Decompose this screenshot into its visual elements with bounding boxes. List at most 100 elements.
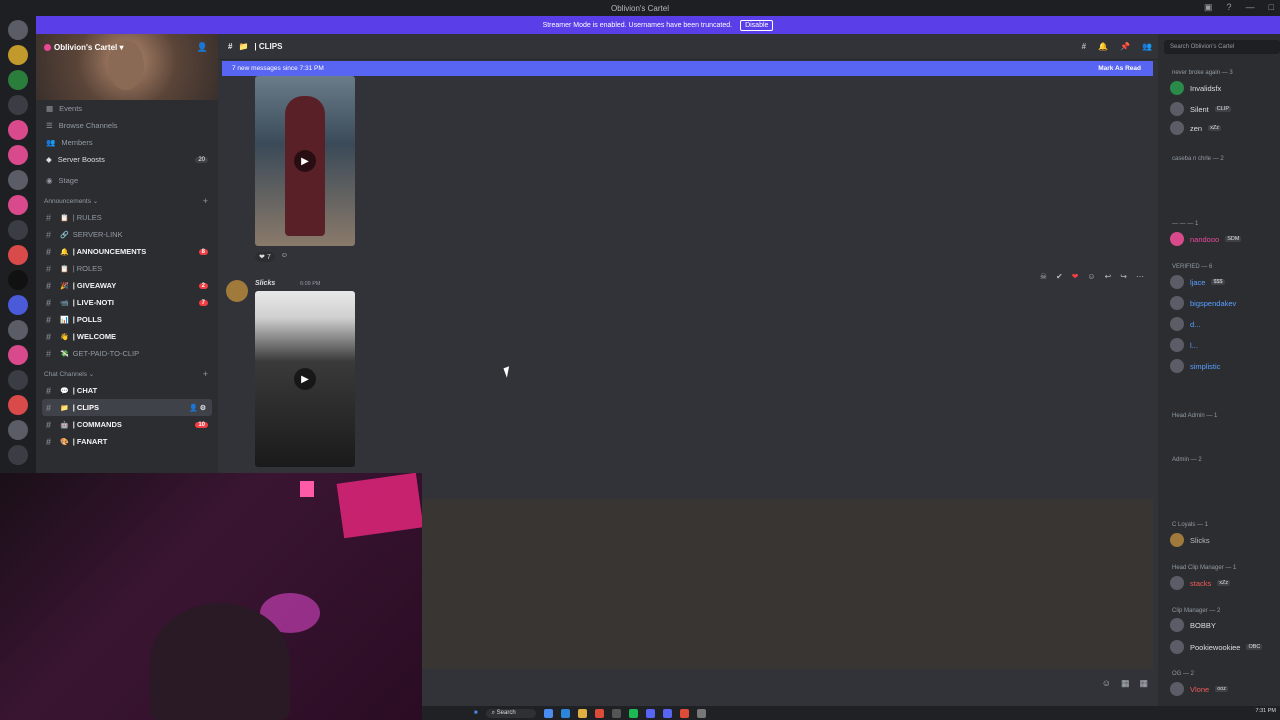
maximize-icon[interactable]: □ — [1269, 2, 1274, 13]
member-item[interactable]: d... — [1170, 317, 1200, 331]
server-icon[interactable] — [8, 220, 28, 240]
menu-item-members[interactable]: 👥 Members — [36, 134, 218, 151]
server-icon[interactable] — [8, 245, 28, 265]
add-member-icon[interactable]: 👤 — [197, 42, 208, 53]
server-icon[interactable] — [8, 170, 28, 190]
channel-item[interactable]: # 🤖 | COMMANDS 10 — [36, 416, 218, 433]
server-icon[interactable] — [8, 95, 28, 115]
play-icon[interactable]: ▶ — [294, 150, 316, 172]
channel-item[interactable]: # 💸 GET-PAID-TO-CLIP — [36, 345, 218, 362]
app-icon[interactable] — [679, 708, 689, 718]
app-icon[interactable] — [594, 708, 604, 718]
member-item[interactable]: nandooo SDM — [1170, 232, 1242, 246]
category-chat-channels[interactable]: Chat Channels ⌄ + — [36, 366, 218, 382]
server-icon[interactable] — [8, 395, 28, 415]
server-icon[interactable] — [8, 45, 28, 65]
member-item[interactable]: zen xZz — [1170, 121, 1221, 135]
help-icon[interactable]: ? — [1227, 2, 1232, 13]
server-icon[interactable] — [8, 445, 28, 465]
channel-stage[interactable]: ◉ Stage — [36, 172, 218, 189]
notification-bell-icon[interactable]: 🔔 — [1098, 42, 1108, 51]
server-icon[interactable] — [8, 420, 28, 440]
server-icon[interactable] — [8, 270, 28, 290]
channel-item[interactable]: # 📋 | ROLES — [36, 260, 218, 277]
threads-icon[interactable]: # — [1082, 42, 1086, 51]
channel-item[interactable]: # 👋 | WELCOME — [36, 328, 218, 345]
server-icon[interactable] — [8, 145, 28, 165]
mark-as-read-button[interactable]: Mark As Read — [1098, 65, 1141, 72]
app-icon[interactable] — [662, 708, 672, 718]
member-item[interactable]: ljace $$$ — [1170, 275, 1225, 289]
app-icon[interactable] — [696, 708, 706, 718]
server-icon[interactable] — [8, 295, 28, 315]
app-icon[interactable] — [645, 708, 655, 718]
channel-item[interactable]: # 🔗 SERVER-LINK — [36, 226, 218, 243]
channel-item[interactable]: # 💬 | CHAT — [36, 382, 218, 399]
start-icon[interactable]: ■ — [474, 710, 478, 716]
emoji-icon[interactable]: ☺ — [1102, 678, 1111, 689]
server-name-overlay[interactable]: Oblivion's Cartel ▾ — [44, 43, 124, 52]
member-item[interactable]: Invalidsfx — [1170, 81, 1221, 95]
add-channel-icon[interactable]: + — [203, 196, 208, 206]
app-icon[interactable] — [628, 708, 638, 718]
server-icon[interactable] — [8, 345, 28, 365]
play-icon[interactable]: ▶ — [294, 368, 316, 390]
member-item[interactable]: bigspendakev — [1170, 296, 1236, 310]
more-icon[interactable]: ⋯ — [1136, 272, 1144, 281]
reaction-button[interactable]: ❤ 7 — [255, 252, 275, 262]
channel-item[interactable]: # 📊 | POLLS — [36, 311, 218, 328]
member-item[interactable]: Vlone ooz — [1170, 682, 1229, 696]
channel-item[interactable]: # 🎨 | FANART — [36, 433, 218, 450]
inbox-icon[interactable]: ▣ — [1204, 2, 1213, 13]
channel-item[interactable]: # 📁 | CLIPS 👤 ⚙ — [42, 399, 212, 416]
app-icon[interactable] — [611, 708, 621, 718]
server-icon[interactable] — [8, 320, 28, 340]
gif-icon[interactable]: ▦ — [1121, 678, 1130, 689]
apps-icon[interactable]: ▦ — [1139, 678, 1148, 689]
search-input[interactable]: Search Oblivion's Cartel — [1164, 40, 1280, 54]
app-icon[interactable] — [577, 708, 587, 718]
category-announcements[interactable]: Announcements ⌄ + — [36, 193, 218, 209]
server-icon[interactable] — [8, 20, 28, 40]
add-channel-icon[interactable]: + — [203, 369, 208, 379]
reply-icon[interactable]: ↩ — [1105, 272, 1112, 281]
minimize-icon[interactable]: — — [1246, 2, 1255, 13]
channel-settings-icon[interactable]: 👤 ⚙ — [189, 404, 206, 412]
member-item[interactable]: simplistic — [1170, 359, 1220, 373]
check-reaction-icon[interactable]: ✔ — [1056, 272, 1063, 281]
message-author[interactable]: Slicks — [255, 280, 275, 287]
disable-streamer-button[interactable]: Disable — [740, 19, 774, 31]
new-messages-bar[interactable]: 7 new messages since 7:31 PM Mark As Rea… — [222, 61, 1153, 76]
server-icon[interactable] — [8, 195, 28, 215]
menu-item-browse-channels[interactable]: ☰ Browse Channels — [36, 117, 218, 134]
channel-item[interactable]: # 🔔 | ANNOUNCEMENTS 8 — [36, 243, 218, 260]
server-icon[interactable] — [8, 70, 28, 90]
channel-item[interactable]: # 📹 | LIVE-NOTI 7 — [36, 294, 218, 311]
taskbar-clock[interactable]: 7:31 PM — [1256, 708, 1276, 714]
app-icon[interactable] — [543, 708, 553, 718]
heart-reaction-icon[interactable]: ❤ — [1072, 272, 1079, 281]
video-attachment[interactable]: ▶ — [255, 76, 355, 246]
add-reaction-icon[interactable]: ☺ — [281, 252, 288, 262]
member-item[interactable]: Slicks — [1170, 533, 1210, 547]
member-item[interactable]: Pookiewookiee OBC — [1170, 640, 1263, 654]
forward-icon[interactable]: ↪ — [1120, 272, 1127, 281]
member-item[interactable]: l... — [1170, 338, 1198, 352]
menu-item-events[interactable]: ▦ Events — [36, 100, 218, 117]
channel-item[interactable]: # 📋 | RULES — [36, 209, 218, 226]
menu-item-server-boosts[interactable]: ◆ Server Boosts 20 — [36, 151, 218, 168]
member-list-icon[interactable]: 👥 — [1142, 42, 1152, 51]
taskbar-search[interactable]: ⌕ Search — [485, 708, 536, 718]
member-item[interactable]: BOBBY — [1170, 618, 1216, 632]
avatar[interactable] — [226, 280, 248, 302]
member-item[interactable]: Silent CLIP — [1170, 102, 1231, 116]
video-attachment[interactable]: ▶ — [255, 291, 355, 467]
channel-item[interactable]: # 🎉 | GIVEAWAY 2 — [36, 277, 218, 294]
server-icon[interactable] — [8, 120, 28, 140]
pin-icon[interactable]: 📌 — [1120, 42, 1130, 51]
app-icon[interactable] — [560, 708, 570, 718]
add-reaction-icon[interactable]: ☺ — [1087, 272, 1095, 281]
server-icon[interactable] — [8, 370, 28, 390]
skull-reaction-icon[interactable]: ☠ — [1040, 272, 1047, 281]
member-item[interactable]: stacks xZz — [1170, 576, 1231, 590]
